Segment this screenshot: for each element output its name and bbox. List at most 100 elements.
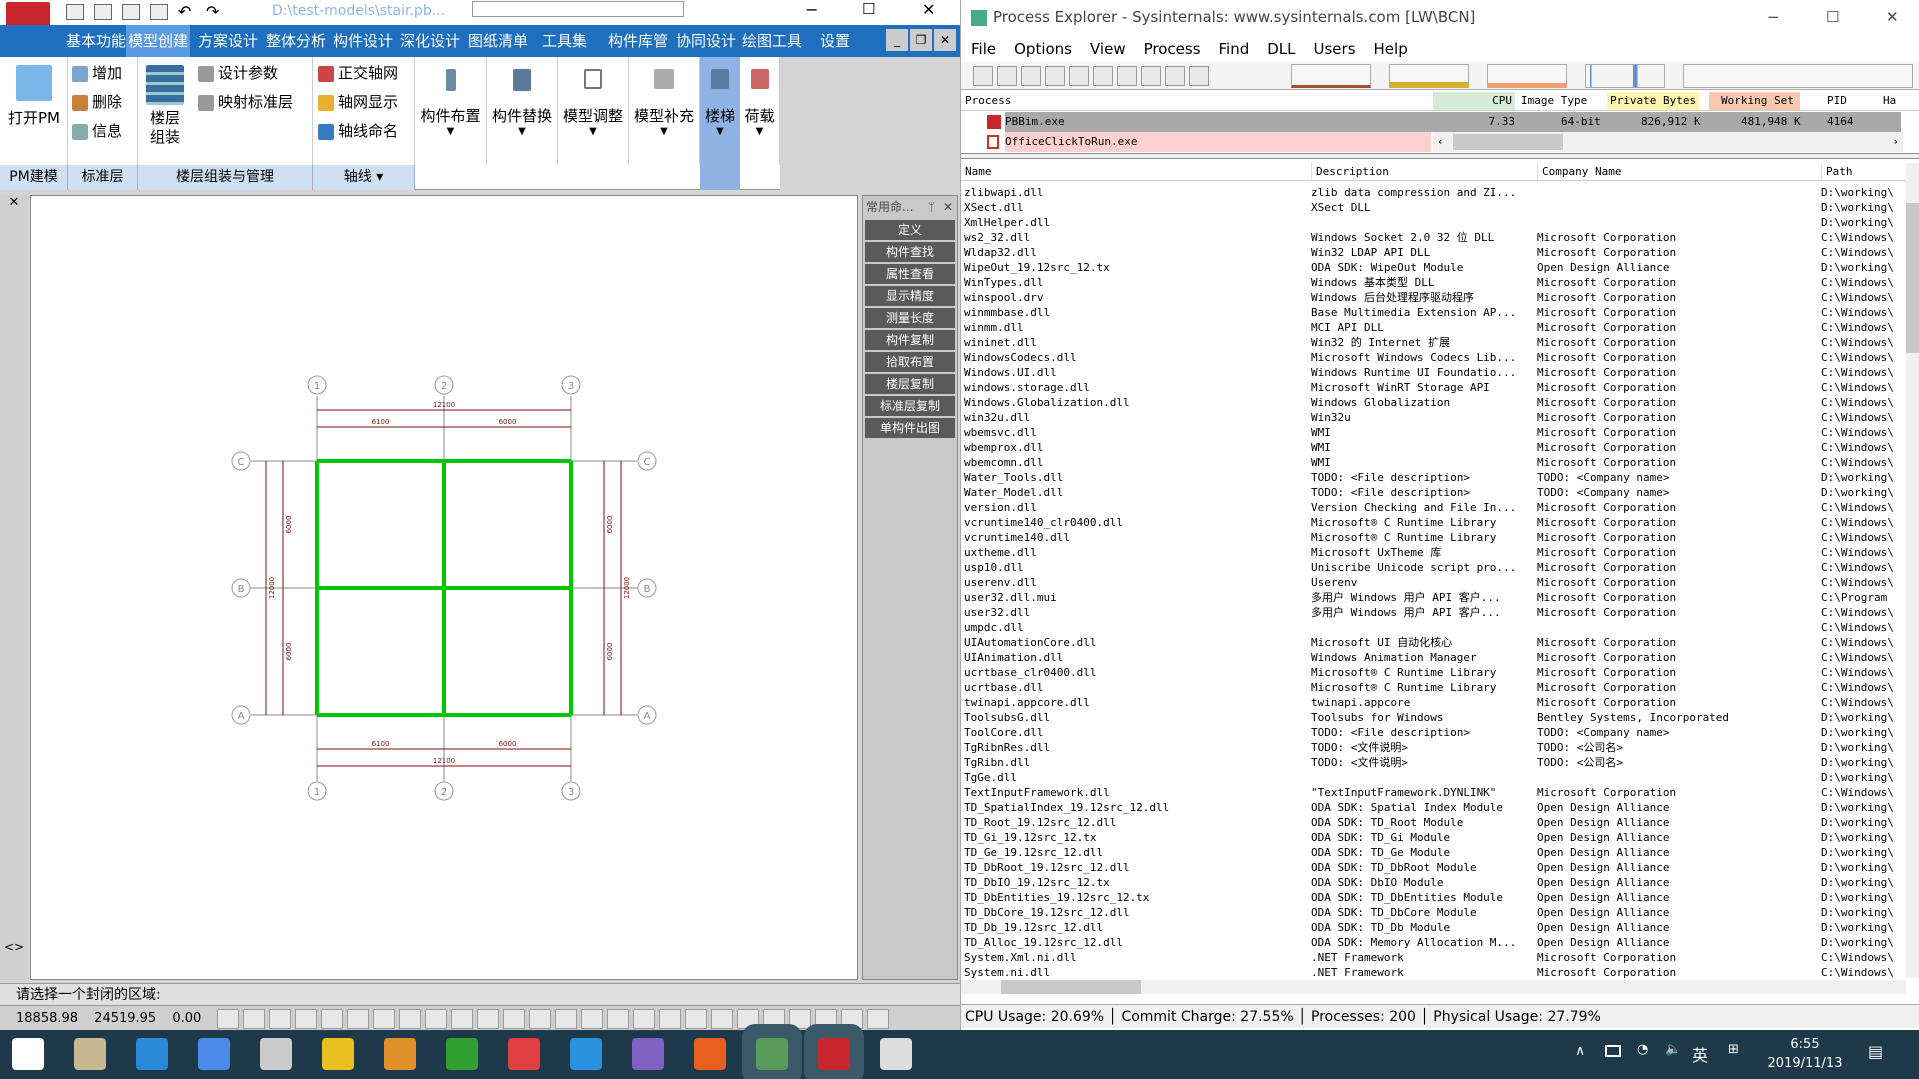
command-button[interactable]: 构件查找 [865,242,955,262]
menu-options[interactable]: Options [1014,40,1072,58]
dll-row[interactable]: WindowsCodecs.dll Microsoft Windows Codec… [961,350,1906,365]
snap-tool-icon[interactable] [295,1008,318,1029]
dll-row[interactable]: vcruntime140.dll Microsoft® C Runtime Lib… [961,530,1906,545]
snap-tool-icon[interactable] [737,1008,760,1029]
gear-icon[interactable] [1093,66,1113,86]
doc-restore-button[interactable]: ❐ [910,29,932,51]
system-info-icon[interactable] [1021,66,1041,86]
command-button[interactable]: 显示精度 [865,286,955,306]
command-button[interactable]: 构件复制 [865,330,955,350]
physical-graph[interactable] [1487,64,1567,88]
group-label-axis[interactable]: 轴线 ▾ [313,165,415,190]
dll-row[interactable]: TD_Db_19.12src_12.dll ODA SDK: TD_Db Modu… [961,920,1906,935]
tab-0[interactable]: 基本功能 [64,25,128,57]
open-folder-icon[interactable] [94,4,112,20]
command-button[interactable]: 定义 [865,220,955,240]
window-icon[interactable] [1069,66,1089,86]
wifi-icon[interactable]: ◔ [1637,1042,1648,1057]
dll-row[interactable]: UIAutomationCore.dll Microsoft UI 自动化核心 Mi… [961,635,1906,650]
tab-3[interactable]: 整体分析 [264,25,328,57]
command-button[interactable]: 属性查看 [865,264,955,284]
undo-icon[interactable]: ↶ [178,2,191,21]
menu-dll[interactable]: DLL [1267,40,1295,58]
dll-row[interactable]: TgGe.dll D:\working\ [961,770,1906,785]
evernote-icon[interactable] [446,1038,478,1070]
dll-row[interactable]: TD_SpatialIndex_19.12src_12.dll ODA SDK: … [961,800,1906,815]
command-button[interactable]: 测量长度 [865,308,955,328]
cpu-graph[interactable] [1291,64,1371,88]
process-explorer-icon[interactable] [756,1038,788,1070]
dll-row[interactable]: ws2_32.dll Windows Socket 2.0 32 位 DLL Mic… [961,230,1906,245]
snap-tool-icon[interactable] [425,1008,448,1029]
visual-studio-icon[interactable] [632,1038,664,1070]
keyboard-icon[interactable]: ⊞ [1728,1042,1739,1057]
snap-tool-icon[interactable] [763,1008,786,1029]
firefox-icon[interactable] [694,1038,726,1070]
tab-4[interactable]: 构件设计 [331,25,395,57]
load-button[interactable]: 荷载 ▼ [740,57,780,165]
terminal-icon[interactable] [880,1038,912,1070]
menu-help[interactable]: Help [1374,40,1408,58]
snap-tool-icon[interactable] [607,1008,630,1029]
doc-minimize-button[interactable]: _ [886,29,908,51]
process-row-selected[interactable]: PBBim.exe 7.33 64-bit 826,912 K 481,948 … [961,112,1919,132]
snap-tool-icon[interactable] [399,1008,422,1029]
model-adjust-button[interactable]: 模型调整 ▼ [558,57,629,165]
drawing-canvas[interactable]: 1 1 2 2 3 3 C C B B A A 12100 6100 6000 6100 6000 12100 12… [30,195,858,980]
telegram-icon[interactable] [136,1038,168,1070]
dll-row[interactable]: UIAnimation.dll Windows Animation Manager… [961,650,1906,665]
calligraphy-icon[interactable] [384,1038,416,1070]
dll-row[interactable]: wbemprox.dll WMI Microsoft Corporation C:\W… [961,440,1906,455]
dll-row[interactable]: user32.dll 多用户 Windows 用户 API 客户... Micros… [961,605,1906,620]
close-panel-icon[interactable]: ✕ [943,196,953,218]
dll-row[interactable]: TD_Alloc_19.12src_12.dll ODA SDK: Memory … [961,935,1906,950]
snap-tool-icon[interactable] [711,1008,734,1029]
command-button[interactable]: 标准层复制 [865,396,955,416]
dll-row[interactable]: TD_DbEntities_19.12src_12.tx ODA SDK: TD_… [961,890,1906,905]
tab-7[interactable]: 工具集 [540,25,589,57]
dll-row[interactable]: wbemsvc.dll WMI Microsoft Corporation C:\Wi… [961,425,1906,440]
search-app-icon[interactable] [198,1038,230,1070]
chart-app-icon[interactable] [260,1038,292,1070]
vscode-icon[interactable] [570,1038,602,1070]
notification-icon[interactable]: ▤ [1868,1042,1883,1061]
dll-row[interactable]: ToolsubsG.dll Toolsubs for Windows Bentley… [961,710,1906,725]
dll-row[interactable]: ucrtbase_clr0400.dll Microsoft® C Runtime… [961,665,1906,680]
save-as-icon[interactable] [150,4,168,20]
dll-row[interactable]: WinTypes.dll Windows 基本类型 DLL Microsoft Co… [961,275,1906,290]
pbbim-icon[interactable] [818,1038,850,1070]
snap-tool-icon[interactable] [633,1008,656,1029]
io-graph[interactable] [1585,64,1665,88]
dll-row[interactable]: XmlHelper.dll D:\working\ [961,215,1906,230]
dll-row[interactable]: TextInputFramework.dll "TextInputFramewor… [961,785,1906,800]
dll-row[interactable]: wbemcomn.dll WMI Microsoft Corporation C:\W… [961,455,1906,470]
redo-icon[interactable]: ↷ [206,2,219,21]
dll-row[interactable]: XSect.dll XSect DLL D:\working\ [961,200,1906,215]
ime-indicator[interactable]: 英 [1692,1042,1708,1066]
pin-icon[interactable]: ᛘ [928,196,935,218]
tab-11[interactable]: 设置 [818,25,852,57]
dll-row[interactable]: umpdc.dll C:\Windows\ [961,620,1906,635]
col-image-type[interactable]: Image Type [1521,94,1587,107]
menu-find[interactable]: Find [1219,40,1250,58]
target-icon[interactable] [1189,66,1209,86]
col-private-bytes[interactable]: Private Bytes [1607,92,1700,110]
process-row[interactable]: OfficeClickToRun.exe ‹ › [961,132,1919,152]
col-pid[interactable]: PID [1827,94,1847,107]
gpu-graph[interactable] [1683,64,1913,88]
dll-row[interactable]: Water_Tools.dll TODO: <File description> T… [961,470,1906,485]
snap-tool-icon[interactable] [451,1008,474,1029]
tab-9[interactable]: 协同设计 [674,25,738,57]
save-icon[interactable] [122,4,140,20]
snap-tool-icon[interactable] [477,1008,500,1029]
member-layout-button[interactable]: 构件布置 ▼ [415,57,487,165]
snap-tool-icon[interactable] [659,1008,682,1029]
puzzle-icon[interactable] [322,1038,354,1070]
kill-icon[interactable] [1141,66,1161,86]
dll-row[interactable]: usp10.dll Uniscribe Unicode script pro...… [961,560,1906,575]
dll-row[interactable]: TD_Gi_19.12src_12.tx ODA SDK: TD_Gi Modul… [961,830,1906,845]
dll-row[interactable]: TD_DbIO_19.12src_12.tx ODA SDK: DbIO Modu… [961,875,1906,890]
save-icon[interactable] [973,66,993,86]
minimize-button[interactable]: − [805,0,818,19]
dll-row[interactable]: Windows.UI.dll Windows Runtime UI Foundat… [961,365,1906,380]
